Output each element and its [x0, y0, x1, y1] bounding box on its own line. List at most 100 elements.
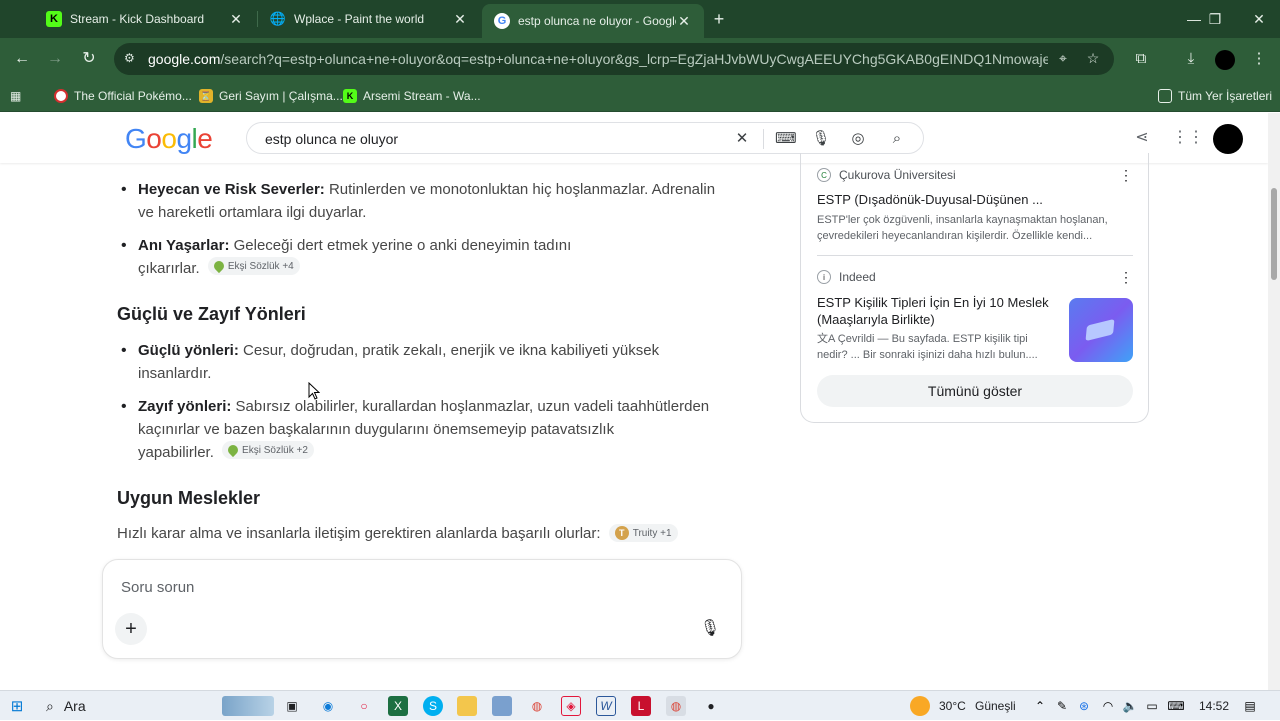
sources-panel: C Çukurova Üniversitesi ⋮ ESTP (Dışadönü…: [800, 153, 1149, 423]
restore-icon[interactable]: ❐: [1193, 0, 1237, 38]
close-tab-icon[interactable]: ✕: [228, 11, 244, 28]
url-text[interactable]: google.com/search?q=estp+olunca+ne+oluyo…: [148, 51, 1048, 67]
bookmark-arsemi-stream[interactable]: K Arsemi Stream - Wa...: [343, 86, 481, 106]
bullet-heading: Zayıf yönleri:: [138, 398, 232, 415]
keyboard-icon[interactable]: ⌨: [775, 129, 797, 149]
chrome-active-icon[interactable]: ◍: [666, 696, 686, 716]
taskbar-search[interactable]: ⌕ Ara: [36, 691, 86, 721]
add-button[interactable]: +: [115, 613, 147, 645]
address-bar[interactable]: ⚙ google.com/search?q=estp+olunca+ne+olu…: [114, 43, 1114, 75]
pen-icon[interactable]: ✎: [1052, 696, 1072, 716]
tab-title: Stream - Kick Dashboard: [70, 12, 205, 26]
edge-icon[interactable]: ◉: [318, 696, 338, 716]
wifi-icon[interactable]: ◠: [1098, 696, 1118, 716]
weather-temp[interactable]: 30°C: [939, 699, 966, 713]
forward-icon[interactable]: →: [43, 47, 67, 71]
download-icon[interactable]: ⤓: [1179, 47, 1203, 71]
more-options-icon[interactable]: ⋮: [1119, 269, 1133, 286]
scroll-thumb[interactable]: [1271, 188, 1277, 280]
weather-sun-icon[interactable]: [910, 696, 930, 716]
app-icon[interactable]: ◈: [561, 696, 581, 716]
excel-icon[interactable]: X: [388, 696, 408, 716]
close-window-icon[interactable]: ✕: [1237, 0, 1280, 38]
ask-box[interactable]: Soru sorun + 🎙: [102, 559, 742, 659]
show-all-button[interactable]: Tümünü göster: [817, 375, 1133, 407]
site-info-icon[interactable]: ⚙: [124, 51, 135, 65]
pokeball-icon: [54, 89, 68, 103]
source-title[interactable]: ESTP (Dışadönük-Duyusal-Düşünen ...: [817, 191, 1043, 208]
word-icon[interactable]: W: [596, 696, 616, 716]
tab-kick-dashboard[interactable]: K Stream - Kick Dashboard ✕: [34, 0, 256, 38]
bookmark-label: Arsemi Stream - Wa...: [363, 89, 481, 103]
extensions-icon[interactable]: ⧉: [1129, 47, 1153, 71]
clock[interactable]: 14:52: [1199, 699, 1229, 713]
lens-icon[interactable]: ◎: [848, 129, 868, 149]
search-query[interactable]: estp olunca ne oluyor: [265, 131, 398, 147]
l-app-icon[interactable]: L: [631, 696, 651, 716]
close-tab-icon[interactable]: ✕: [452, 11, 468, 28]
logo-letter: G: [125, 123, 147, 154]
battery-icon[interactable]: ▭: [1142, 696, 1162, 716]
obs-icon[interactable]: ●: [701, 696, 721, 716]
bookmark-star-icon[interactable]: ☆: [1084, 50, 1102, 68]
bullet-text: Rutinlerden ve monotonluktan hiç hoşlanm…: [324, 181, 716, 198]
bookmarks-bar: ▦ The Official Pokémo... ⏳ Geri Sayım | …: [0, 80, 1280, 112]
chip-label: Truity +1: [632, 527, 672, 539]
source-label: C Çukurova Üniversitesi: [817, 168, 956, 182]
account-avatar[interactable]: [1213, 124, 1243, 154]
new-tab-button[interactable]: +: [708, 8, 730, 30]
opera-icon[interactable]: ○: [354, 696, 374, 716]
list-item: Heyecan ve Risk Severler: Rutinlerden ve…: [121, 178, 721, 224]
menu-kebab-icon[interactable]: ⋮: [1247, 47, 1271, 71]
browser-toolbar: ← → ↻ ⚙ google.com/search?q=estp+olunca+…: [0, 38, 1280, 80]
more-options-icon[interactable]: ⋮: [1119, 167, 1133, 184]
bluetooth-icon[interactable]: ⊛: [1074, 696, 1094, 716]
article-thumbnail[interactable]: [1069, 298, 1133, 362]
list-item: Zayıf yönleri: Sabırsız olabilirler, kur…: [121, 395, 721, 464]
paragraph-text: Hızlı karar alma ve insanlarla iletişim …: [117, 525, 601, 542]
profile-avatar[interactable]: [1215, 50, 1235, 70]
search-icon[interactable]: ⌕: [887, 129, 907, 149]
page-scrollbar[interactable]: [1268, 113, 1280, 690]
source-chip[interactable]: Ekşi Sözlük +4: [207, 257, 300, 275]
notifications-icon[interactable]: ▤: [1240, 696, 1260, 716]
bullet-text: Cesur, doğrudan, pratik zekalı, enerjik …: [238, 342, 660, 359]
clear-icon[interactable]: ✕: [732, 129, 752, 149]
list-item: Anı Yaşarlar: Geleceği dert etmek yerine…: [121, 234, 721, 280]
share-icon[interactable]: ⋖: [1131, 127, 1153, 149]
tab-google-search[interactable]: G estp olunca ne oluyor - Google ✕: [482, 4, 704, 38]
weather-desc[interactable]: Güneşli: [975, 699, 1016, 713]
google-logo[interactable]: Google: [125, 123, 213, 155]
chip-label: Ekşi Sözlük +4: [227, 260, 294, 272]
file-explorer-icon[interactable]: [457, 696, 477, 716]
ask-input[interactable]: Soru sorun: [121, 579, 194, 596]
tray-chevron-icon[interactable]: ⌃: [1030, 696, 1050, 716]
mic-icon[interactable]: 🎙: [699, 618, 721, 640]
taskbar-search-label: Ara: [63, 698, 86, 714]
keyboard-icon[interactable]: ⌨: [1166, 696, 1186, 716]
close-tab-icon[interactable]: ✕: [676, 13, 692, 30]
bullet-text: Geleceği dert etmek yerine o anki deneyi…: [229, 237, 572, 254]
timer-icon: ⏳: [199, 89, 213, 103]
folder-icon: [1158, 89, 1172, 103]
all-bookmarks[interactable]: Tüm Yer İşaretleri: [1158, 86, 1272, 106]
search-box[interactable]: estp olunca ne oluyor ✕ ⌨ 🎙 ◎ ⌕: [246, 122, 924, 154]
source-title[interactable]: ESTP Kişilik Tipleri İçin En İyi 10 Mesl…: [817, 294, 1049, 328]
bookmark-geri-sayim[interactable]: ⏳ Geri Sayım | Çalışma...: [199, 86, 343, 106]
mic-icon[interactable]: 🎙: [811, 129, 831, 149]
source-chip[interactable]: T Truity +1: [608, 524, 678, 542]
apps-grid-icon[interactable]: ▦: [10, 86, 21, 106]
tab-wplace[interactable]: 🌐 Wplace - Paint the world ✕: [258, 0, 480, 38]
chrome-icon[interactable]: ◍: [527, 696, 547, 716]
windows-start-icon[interactable]: ⊞: [7, 696, 27, 716]
apps-grid-icon[interactable]: ⋮⋮: [1172, 127, 1204, 149]
source-chip[interactable]: Ekşi Sözlük +2: [222, 441, 314, 459]
bookmark-pokemon[interactable]: The Official Pokémo...: [54, 86, 192, 106]
back-icon[interactable]: ←: [10, 47, 34, 71]
skype-icon[interactable]: S: [423, 696, 443, 716]
photos-icon[interactable]: [492, 696, 512, 716]
location-icon[interactable]: ⌖: [1054, 50, 1072, 68]
reload-icon[interactable]: ↻: [77, 47, 101, 71]
task-view-icon[interactable]: ▣: [282, 696, 302, 716]
volume-icon[interactable]: 🔈: [1120, 696, 1140, 716]
